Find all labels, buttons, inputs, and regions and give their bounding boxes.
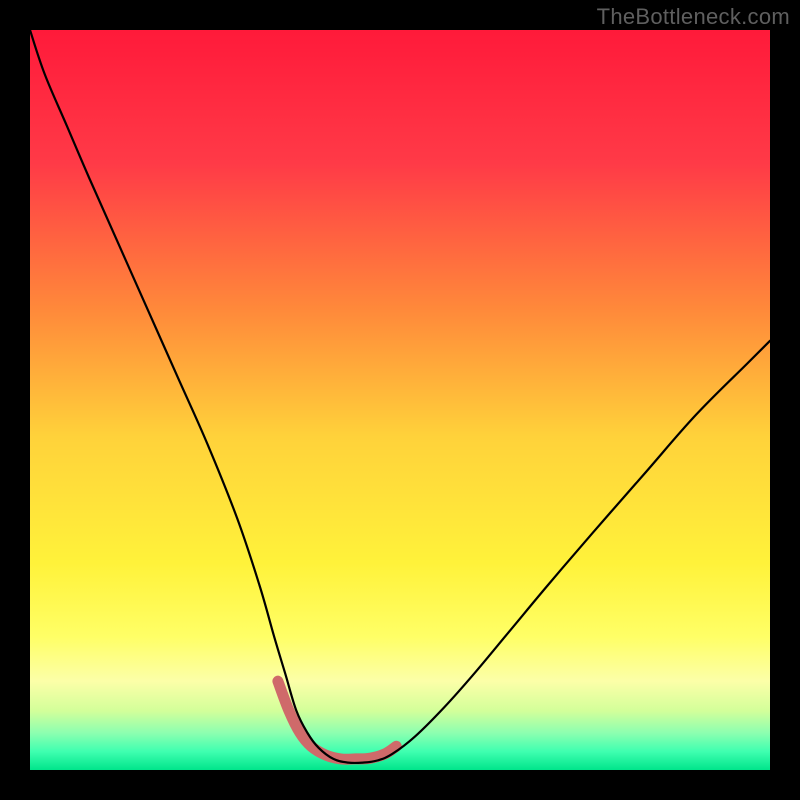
chart-frame: TheBottleneck.com xyxy=(0,0,800,800)
bottleneck-curve xyxy=(30,30,770,763)
plot-area xyxy=(30,30,770,770)
highlight-band xyxy=(278,681,396,759)
watermark-text: TheBottleneck.com xyxy=(597,4,790,30)
curve-layer xyxy=(30,30,770,770)
